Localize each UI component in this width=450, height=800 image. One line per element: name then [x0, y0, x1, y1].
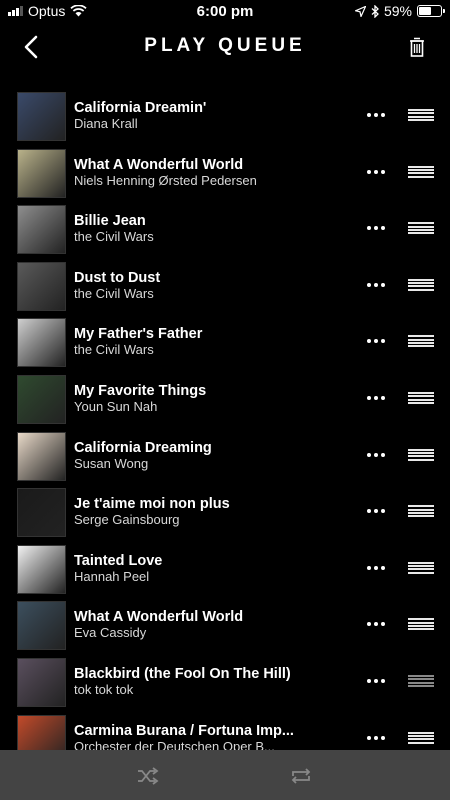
album-art: [17, 318, 66, 368]
clear-queue-button[interactable]: [402, 32, 432, 62]
track-title: California Dreaming: [74, 439, 212, 456]
drag-handle-icon[interactable]: [408, 448, 434, 461]
queue-row[interactable]: Carmina Burana / Fortuna Imp... Orchester…: [0, 712, 450, 750]
album-art: [17, 601, 66, 651]
track-artist: Serge Gainsbourg: [74, 512, 180, 528]
track-title: Dust to Dust: [74, 269, 161, 286]
more-dots-icon[interactable]: [362, 673, 390, 689]
track-title: Carmina Burana / Fortuna Imp...: [74, 722, 294, 739]
trash-icon: [410, 37, 424, 57]
album-art: [17, 205, 66, 255]
queue-row[interactable]: Blackbird (the Fool On The Hill) tok tok …: [0, 655, 450, 711]
track-artist: Youn Sun Nah: [74, 399, 158, 414]
queue-row[interactable]: Billie Jean the Civil Wars: [0, 202, 450, 258]
album-art: [17, 375, 66, 424]
repeat-icon: [291, 768, 311, 784]
album-art: [17, 431, 66, 481]
track-title: What A Wonderful World: [74, 609, 244, 626]
album-art: [17, 488, 66, 538]
queue-row[interactable]: California Dreamin' Diana Krall: [0, 89, 450, 145]
queue-row[interactable]: My Father's Father the Civil Wars: [0, 315, 450, 371]
battery-level: [419, 7, 432, 15]
repeat-button[interactable]: [287, 763, 315, 789]
queue-row[interactable]: What A Wonderful World Niels Henning Ørst…: [0, 146, 450, 202]
album-art: [17, 261, 66, 311]
track-title: California Dreamin': [74, 100, 207, 116]
queue-row[interactable]: What A Wonderful World Eva Cassidy: [0, 598, 450, 654]
track-title: My Father's Father: [74, 326, 203, 343]
drag-handle-icon[interactable]: [408, 109, 434, 121]
track-title: What A Wonderful World: [74, 156, 244, 173]
more-dots-icon[interactable]: [362, 447, 390, 463]
queue-row[interactable]: Tainted Love Hannah Peel: [0, 542, 450, 598]
battery-percent: 59%: [383, 3, 412, 19]
track-artist: the Civil Wars: [74, 342, 154, 358]
play-queue-list: California Dreamin' Diana Krall What A Won…: [0, 87, 450, 750]
more-dots-icon[interactable]: [362, 503, 390, 519]
album-art: [17, 92, 66, 141]
drag-handle-icon[interactable]: [408, 675, 434, 687]
drag-handle-icon[interactable]: [408, 618, 434, 631]
more-dots-icon[interactable]: [362, 333, 390, 349]
header: PLAY QUEUE: [0, 24, 450, 70]
bottom-bar: [0, 750, 450, 800]
drag-handle-icon[interactable]: [408, 165, 434, 178]
queue-row[interactable]: My Favorite Things Youn Sun Nah: [0, 372, 450, 428]
battery-icon: [417, 5, 445, 17]
track-title: Tainted Love: [74, 552, 163, 569]
more-dots-icon[interactable]: [362, 164, 390, 180]
track-title: My Favorite Things: [74, 383, 207, 399]
album-art: [17, 658, 66, 707]
track-title: Billie Jean: [74, 213, 146, 230]
more-dots-icon[interactable]: [362, 390, 390, 406]
track-artist: Orchester der Deutschen Oper B...: [74, 738, 275, 750]
page-title: PLAY QUEUE: [144, 35, 306, 56]
more-dots-icon[interactable]: [362, 560, 390, 576]
drag-handle-icon[interactable]: [408, 278, 434, 291]
track-artist: Susan Wong: [74, 455, 149, 471]
drag-handle-icon[interactable]: [408, 731, 434, 744]
track-artist: the Civil Wars: [74, 285, 154, 301]
drag-handle-icon[interactable]: [408, 392, 434, 404]
bluetooth-icon: [371, 4, 379, 18]
more-dots-icon[interactable]: [362, 730, 390, 746]
track-artist: Hannah Peel: [74, 568, 150, 584]
status-right: 59%: [354, 3, 445, 19]
track-title: Blackbird (the Fool On The Hill): [74, 666, 291, 682]
queue-row[interactable]: California Dreaming Susan Wong: [0, 429, 450, 485]
drag-handle-icon[interactable]: [408, 335, 434, 348]
track-artist: tok tok tok: [74, 682, 134, 697]
more-dots-icon[interactable]: [362, 616, 390, 632]
drag-handle-icon[interactable]: [408, 222, 434, 235]
album-art: [17, 714, 66, 750]
track-artist: the Civil Wars: [74, 229, 154, 245]
location-arrow-icon: [354, 5, 366, 17]
track-artist: Diana Krall: [74, 116, 138, 131]
more-dots-icon[interactable]: [362, 107, 390, 123]
album-art: [17, 544, 66, 594]
album-art: [17, 148, 66, 198]
drag-handle-icon[interactable]: [408, 505, 434, 518]
drag-handle-icon[interactable]: [408, 561, 434, 574]
shuffle-button[interactable]: [135, 763, 161, 789]
shuffle-icon: [138, 767, 159, 785]
queue-row[interactable]: Dust to Dust the Civil Wars: [0, 259, 450, 315]
track-artist: Niels Henning Ørsted Pedersen: [74, 172, 257, 188]
track-title: Je t'aime moi non plus: [74, 496, 230, 513]
more-dots-icon[interactable]: [362, 277, 390, 293]
queue-row[interactable]: Je t'aime moi non plus Serge Gainsbourg: [0, 485, 450, 541]
track-artist: Eva Cassidy: [74, 625, 147, 641]
status-bar: Optus 6:00 pm 59%: [0, 0, 450, 24]
more-dots-icon[interactable]: [362, 220, 390, 236]
